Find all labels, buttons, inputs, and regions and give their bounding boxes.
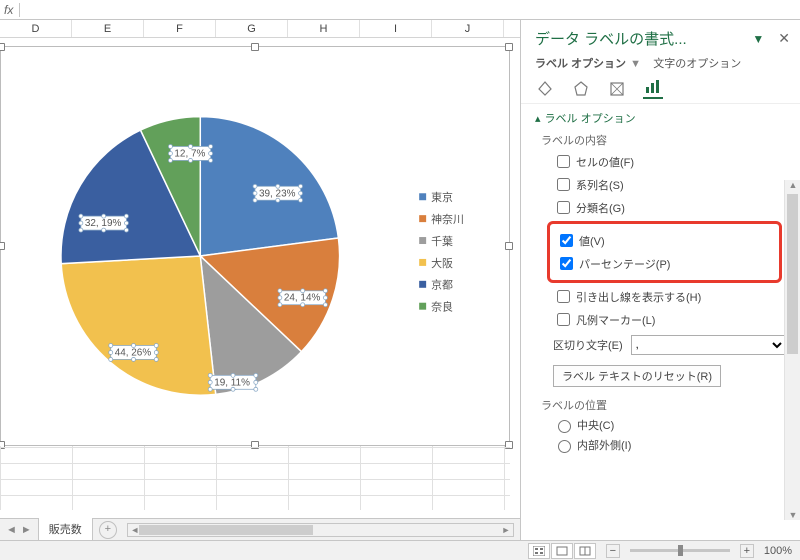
col-header[interactable]: H — [288, 20, 360, 37]
col-header[interactable]: E — [72, 20, 144, 37]
checkbox-value[interactable]: 値(V) — [556, 231, 779, 250]
formula-bar: fx — [0, 0, 800, 20]
svg-text:京都: 京都 — [431, 278, 453, 292]
page-break-button[interactable] — [574, 543, 596, 559]
highlighted-options: 値(V) パーセンテージ(P) — [547, 221, 782, 283]
section-header[interactable]: ▴ラベル オプション — [535, 110, 786, 126]
col-header[interactable]: I — [360, 20, 432, 37]
checkbox-leader-lines[interactable]: 引き出し線を表示する(H) — [553, 287, 786, 306]
chevron-right-icon[interactable]: ► — [499, 524, 513, 536]
separator-select[interactable]: , — [631, 335, 786, 355]
chevron-down-icon[interactable]: ▼ — [785, 510, 800, 520]
col-header[interactable]: J — [432, 20, 504, 37]
fx-label[interactable]: fx — [4, 3, 13, 17]
scrollbar-thumb[interactable] — [787, 194, 798, 354]
grid-cells[interactable] — [0, 446, 510, 510]
svg-text:24, 14%: 24, 14% — [284, 293, 321, 304]
zoom-out-button[interactable]: − — [606, 544, 620, 558]
group-label-position: ラベルの位置 — [541, 397, 786, 413]
close-icon[interactable]: ✕ — [778, 30, 790, 47]
sheet-tab[interactable]: 販売数 — [38, 518, 93, 541]
format-pane: データ ラベルの書式... ▼ ✕ ラベル オプション ▼ 文字のオプション — [520, 20, 800, 540]
svg-text:39, 23%: 39, 23% — [259, 188, 296, 199]
radio-center[interactable]: 中央(C) — [553, 417, 786, 433]
view-buttons — [528, 543, 596, 559]
chevron-left-icon[interactable]: ◄ — [6, 524, 17, 536]
sheet-tab-bar: ◄ ► 販売数 + ◄ ► — [0, 518, 520, 540]
svg-text:32, 19%: 32, 19% — [85, 218, 122, 229]
scrollbar-thumb[interactable] — [139, 525, 312, 535]
zoom-in-button[interactable]: + — [740, 544, 754, 558]
horizontal-scrollbar[interactable]: ◄ ► — [127, 523, 514, 537]
size-icon[interactable] — [607, 79, 627, 99]
svg-text:東京: 東京 — [431, 190, 453, 204]
column-headers: D E F G H I J — [0, 20, 520, 38]
checkbox-legend-marker[interactable]: 凡例マーカー(L) — [553, 310, 786, 329]
chevron-up-icon[interactable]: ▲ — [785, 180, 800, 190]
checkbox-percentage[interactable]: パーセンテージ(P) — [556, 254, 779, 273]
checkbox-cell-value[interactable]: セルの値(F) — [553, 152, 786, 171]
add-sheet-button[interactable]: + — [99, 521, 117, 539]
tab-nav[interactable]: ◄ ► — [0, 524, 38, 536]
svg-text:千葉: 千葉 — [431, 234, 453, 248]
col-header[interactable]: G — [216, 20, 288, 37]
zoom-slider[interactable] — [630, 549, 730, 552]
col-header[interactable]: F — [144, 20, 216, 37]
pane-scrollbar[interactable]: ▲ ▼ — [784, 180, 800, 520]
caret-down-icon[interactable]: ▼ — [752, 32, 764, 46]
svg-text:奈良: 奈良 — [431, 300, 453, 314]
checkbox-series-name[interactable]: 系列名(S) — [553, 175, 786, 194]
col-header[interactable]: D — [0, 20, 72, 37]
pie-chart[interactable]: 39, 23% 24, 14% 19, 11% 44, 26% 32, 19% 12, 7… — [1, 47, 509, 445]
chevron-right-icon[interactable]: ► — [21, 524, 32, 536]
svg-text:44, 26%: 44, 26% — [115, 347, 152, 358]
worksheet-area[interactable]: D E F G H I J 39, 23% 24, 14% 19, 11% 44, 2… — [0, 20, 520, 540]
fill-icon[interactable] — [535, 79, 555, 99]
svg-text:12, 7%: 12, 7% — [174, 148, 205, 159]
radio-inside-end[interactable]: 内部外側(I) — [553, 437, 786, 453]
subtab-text-options[interactable]: 文字のオプション — [653, 58, 741, 70]
svg-text:大阪: 大阪 — [431, 256, 453, 270]
status-bar: − + 100% — [0, 540, 800, 560]
chart-object[interactable]: 39, 23% 24, 14% 19, 11% 44, 26% 32, 19% 12, 7… — [0, 46, 510, 446]
reset-label-text-button[interactable]: ラベル テキストのリセット(R) — [553, 365, 721, 387]
formula-divider — [19, 3, 20, 17]
pane-title: データ ラベルの書式... — [535, 28, 748, 49]
group-label-content: ラベルの内容 — [541, 132, 786, 148]
separator-row: 区切り文字(E) , — [553, 335, 786, 355]
effects-icon[interactable] — [571, 79, 591, 99]
separator-label: 区切り文字(E) — [553, 337, 623, 353]
chart-options-icon[interactable] — [643, 79, 663, 99]
zoom-label[interactable]: 100% — [764, 545, 792, 557]
page-layout-button[interactable] — [551, 543, 573, 559]
normal-view-button[interactable] — [528, 543, 550, 559]
subtab-label-options[interactable]: ラベル オプション — [535, 58, 626, 70]
svg-text:神奈川: 神奈川 — [431, 212, 464, 226]
svg-text:19, 11%: 19, 11% — [214, 377, 250, 388]
checkbox-category-name[interactable]: 分類名(G) — [553, 198, 786, 217]
caret-down-icon: ▴ — [535, 112, 541, 125]
pane-subtabs: ラベル オプション ▼ 文字のオプション — [521, 55, 800, 77]
